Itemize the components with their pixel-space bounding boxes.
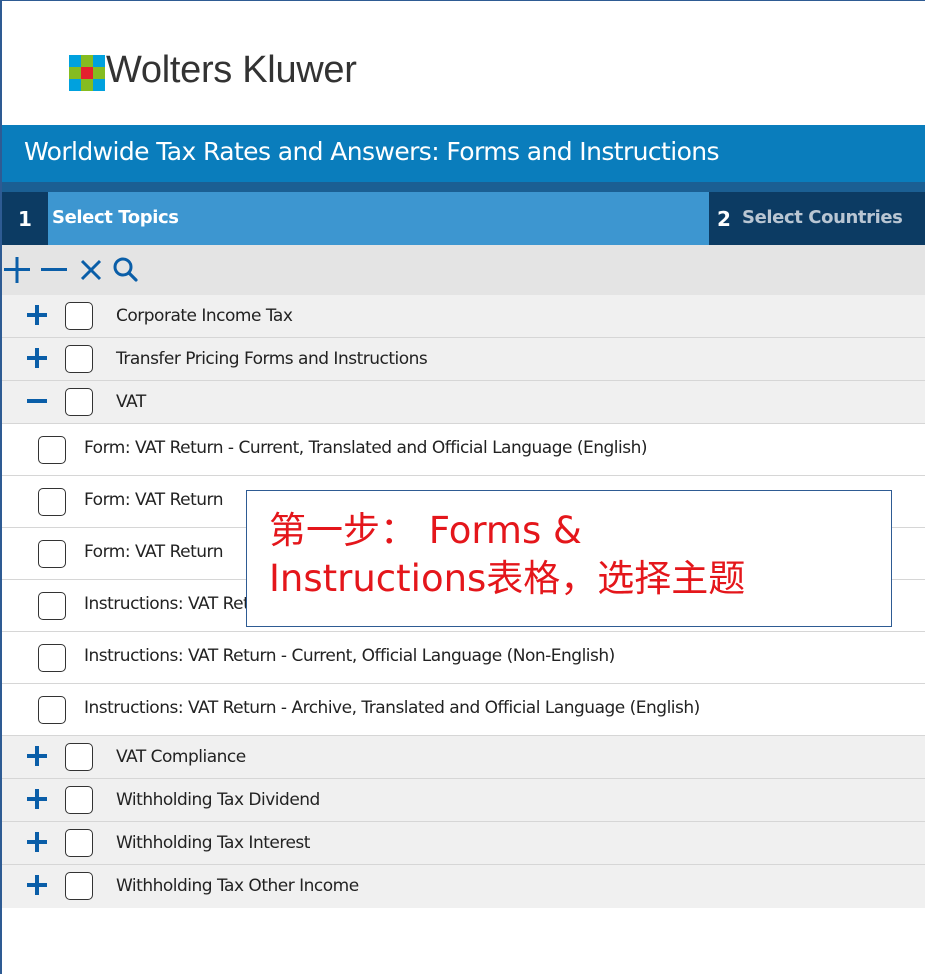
annotation-line-2: Instructions表格，选择主题 [269, 557, 746, 600]
subtopic-checkbox[interactable] [38, 488, 66, 516]
tree-subitem: Form: VAT Return - Current, Translated a… [2, 424, 925, 476]
topic-checkbox[interactable] [65, 829, 93, 857]
topic-checkbox[interactable] [65, 388, 93, 416]
subtopic-checkbox[interactable] [38, 644, 66, 672]
collapse-minus-icon[interactable] [24, 388, 50, 414]
topic-checkbox[interactable] [65, 786, 93, 814]
wolters-kluwer-logo-icon [68, 54, 106, 92]
title-bar: Worldwide Tax Rates and Answers: Forms a… [2, 125, 925, 182]
topic-checkbox[interactable] [65, 302, 93, 330]
subtopic-checkbox[interactable] [38, 540, 66, 568]
collapse-all-button[interactable] [39, 253, 69, 287]
tree-item-label: Withholding Tax Other Income [116, 876, 359, 896]
step-1-number: 1 [2, 192, 48, 245]
tree-subitem-label: Instructions: VAT Return - Current, Offi… [84, 646, 615, 666]
step-2-number: 2 [717, 206, 731, 231]
tree-item-label: VAT [116, 392, 146, 412]
subtopic-checkbox[interactable] [38, 592, 66, 620]
expand-plus-icon[interactable] [24, 743, 50, 769]
tree-item-vat: VAT [2, 381, 925, 424]
clear-selection-button[interactable] [76, 253, 106, 287]
tree-subitem-label: Form: VAT Return - Current, Translated a… [84, 438, 648, 458]
step-bar: 1 Select Topics 2 Select Countries [2, 192, 925, 245]
tree-subitem-label: Instructions: VAT Return - Archive, Tran… [84, 698, 700, 718]
expand-plus-icon[interactable] [24, 829, 50, 855]
expand-all-button[interactable] [2, 253, 32, 287]
tree-item-label: Corporate Income Tax [116, 306, 293, 326]
subtopic-checkbox[interactable] [38, 436, 66, 464]
tree-item-label: VAT Compliance [116, 747, 246, 767]
annotation-callout: 第一步： Forms & Instructions表格，选择主题 [246, 490, 892, 627]
tree-item-label: Withholding Tax Interest [116, 833, 310, 853]
tree-item-label: Transfer Pricing Forms and Instructions [116, 349, 428, 369]
minus-icon [41, 268, 67, 271]
page-title: Worldwide Tax Rates and Answers: Forms a… [24, 137, 720, 166]
tree-subitem: Instructions: VAT Return - Archive, Tran… [2, 684, 925, 736]
tree-subitem: Instructions: VAT Return - Current, Offi… [2, 632, 925, 684]
tree-item-label: Withholding Tax Dividend [116, 790, 320, 810]
plus-icon [4, 257, 30, 283]
tree-toolbar [2, 245, 925, 295]
title-divider [2, 182, 925, 192]
tree-item-transfer-pricing: Transfer Pricing Forms and Instructions [2, 338, 925, 381]
search-button[interactable] [110, 253, 140, 287]
annotation-text: 第一步： Forms & Instructions表格，选择主题 [269, 507, 879, 603]
annotation-line-1: 第一步： Forms & [269, 509, 582, 552]
tree-item-corporate-income-tax: Corporate Income Tax [2, 295, 925, 338]
tree-subitem-label: Form: VAT Return [84, 490, 224, 510]
topic-checkbox[interactable] [65, 743, 93, 771]
search-icon [113, 257, 138, 282]
subtopic-checkbox[interactable] [38, 696, 66, 724]
topic-checkbox[interactable] [65, 345, 93, 373]
expand-plus-icon[interactable] [24, 872, 50, 898]
header: Wolters Kluwer [2, 1, 925, 125]
expand-plus-icon[interactable] [24, 302, 50, 328]
expand-plus-icon[interactable] [24, 345, 50, 371]
expand-plus-icon[interactable] [24, 786, 50, 812]
tree-item-withholding-tax-other-income: Withholding Tax Other Income [2, 865, 925, 908]
step-2-tab[interactable]: 2 Select Countries [709, 192, 925, 245]
step-2-select-countries[interactable]: Select Countries [742, 207, 903, 228]
tree-item-vat-compliance: VAT Compliance [2, 736, 925, 779]
tree-subitem-label: Form: VAT Return [84, 542, 224, 562]
step-1-select-topics[interactable]: Select Topics [52, 207, 179, 228]
tree-item-withholding-tax-interest: Withholding Tax Interest [2, 822, 925, 865]
tree-item-withholding-tax-dividend: Withholding Tax Dividend [2, 779, 925, 822]
topic-checkbox[interactable] [65, 872, 93, 900]
brand-name: Wolters Kluwer [106, 49, 357, 91]
close-icon [80, 259, 102, 281]
